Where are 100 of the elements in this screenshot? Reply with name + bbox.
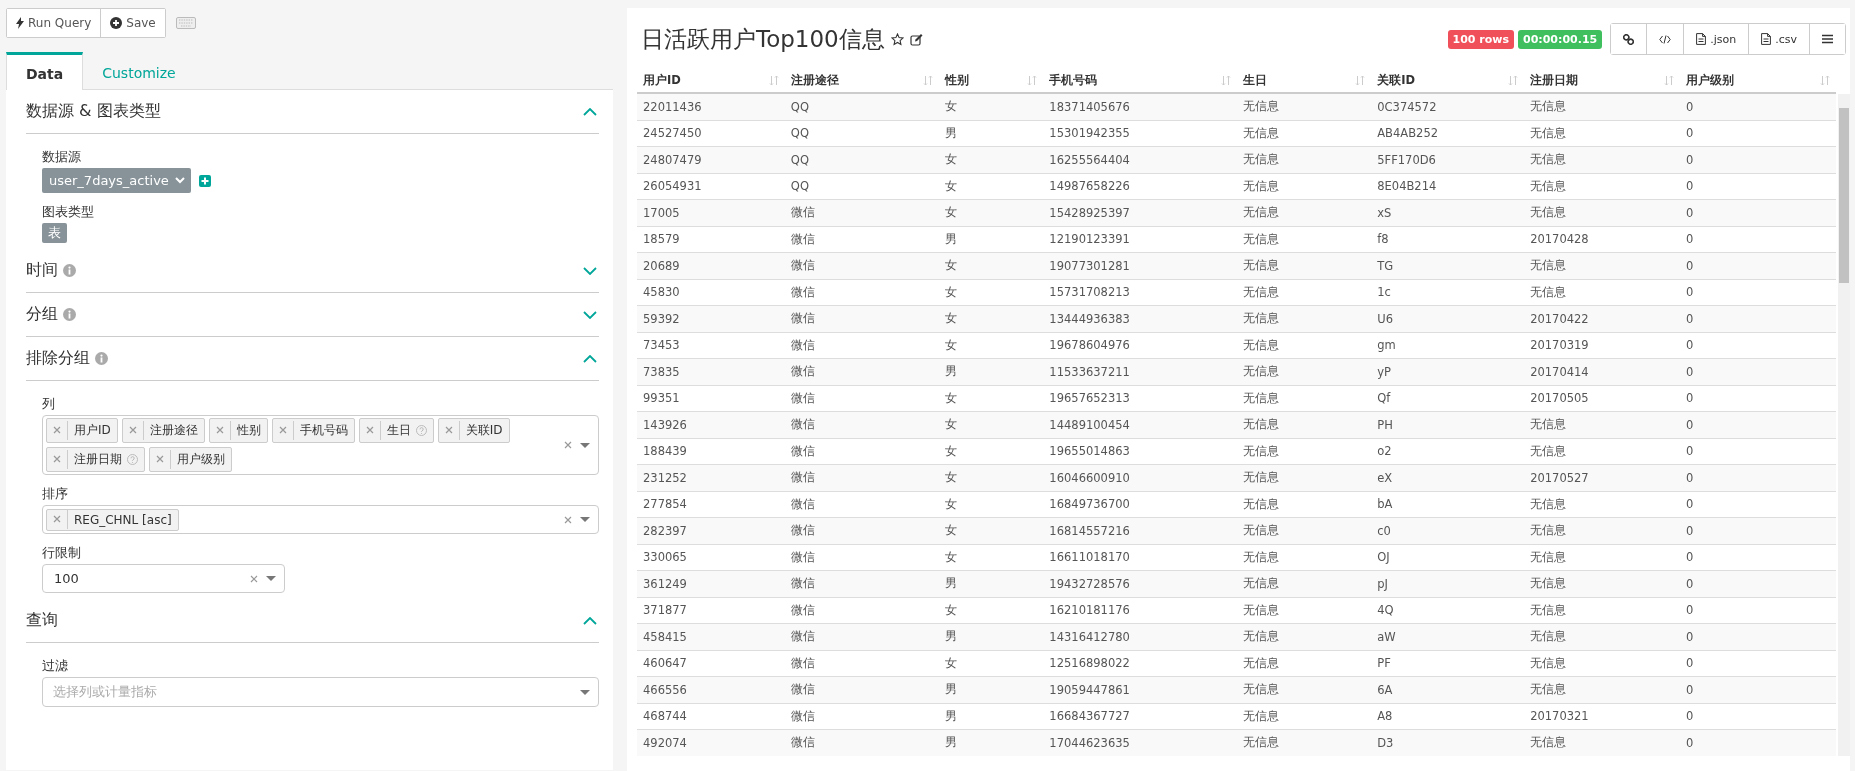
table-cell: 0: [1680, 252, 1836, 279]
tag-label: 手机号码: [299, 422, 348, 439]
table-cell: 0: [1680, 93, 1836, 120]
table-cell: 73835: [637, 358, 785, 385]
tag-label: 生日: [386, 422, 411, 439]
table-cell: 14489100454: [1043, 411, 1238, 438]
table-cell: 微信: [784, 464, 939, 491]
table-cell: 0: [1680, 729, 1836, 756]
field-label: 图表类型: [42, 203, 95, 221]
caret-icon[interactable]: [580, 689, 590, 695]
table-cell: 女: [938, 411, 1044, 438]
section-title[interactable]: 排除分组: [26, 348, 90, 369]
table-cell: 20170527: [1524, 464, 1681, 491]
star-icon[interactable]: [890, 32, 904, 46]
table-cell: 20170414: [1524, 358, 1681, 385]
tag-label: 用户级别: [177, 451, 225, 468]
code-icon: [1659, 34, 1672, 44]
section-title[interactable]: 时间: [26, 260, 58, 281]
clear-icon[interactable]: [564, 441, 572, 449]
table-cell: 无信息: [1524, 252, 1681, 279]
table-cell: 男: [938, 358, 1044, 385]
table-cell: 492074: [637, 729, 785, 756]
table-cell: 0C374572: [1371, 93, 1525, 120]
section-title[interactable]: 查询: [26, 610, 58, 631]
table-cell: 无信息: [1237, 623, 1372, 650]
section-title[interactable]: 分组: [26, 304, 58, 325]
table-cell: 231252: [637, 464, 785, 491]
tag-label: 关联ID: [465, 422, 503, 439]
info-icon: [95, 352, 108, 365]
caret-icon[interactable]: [266, 576, 276, 581]
sort-icon: [768, 74, 779, 86]
info-icon: [63, 308, 76, 321]
chevron-down-icon[interactable]: [583, 266, 597, 275]
caret-icon[interactable]: [580, 442, 590, 448]
table-cell: 0: [1680, 305, 1836, 332]
sort-icon: [922, 74, 933, 86]
clear-icon[interactable]: [250, 574, 258, 583]
add-icon[interactable]: [198, 174, 211, 187]
table-cell: 无信息: [1237, 93, 1372, 120]
table-cell: 17044623635: [1043, 729, 1238, 756]
table-cell: 无信息: [1237, 676, 1372, 703]
chevron-up-icon[interactable]: [583, 616, 597, 625]
table-cell: 24807479: [637, 146, 785, 173]
link-icon: [1623, 33, 1635, 45]
chevron-up-icon[interactable]: [583, 354, 597, 363]
table-cell: 微信: [784, 305, 939, 332]
table-cell: QQ: [784, 93, 939, 120]
multi-select-field[interactable]: REG_CHNL [asc]: [42, 505, 599, 534]
file-icon: [1696, 33, 1707, 45]
clear-icon[interactable]: [564, 515, 572, 524]
select-field[interactable]: 100: [42, 564, 285, 593]
table-cell: pJ: [1371, 570, 1525, 597]
table-cell: 微信: [784, 252, 939, 279]
table-cell: eX: [1371, 464, 1525, 491]
table-cell: 22011436: [637, 93, 785, 120]
section-title[interactable]: 数据源 & 图表类型: [26, 101, 161, 122]
edit-icon[interactable]: [909, 32, 923, 46]
table-cell: 0: [1680, 464, 1836, 491]
tag-label: 性别: [236, 422, 261, 439]
table-cell: 微信: [784, 411, 939, 438]
multi-select-field[interactable]: 用户ID 注册途径 性别 手机号码 生日 关联ID 注册日期 用户级别: [42, 415, 599, 475]
tab[interactable]: Data: [6, 52, 84, 90]
table-cell: 19077301281: [1043, 252, 1238, 279]
status-badge: 100 rows: [1447, 29, 1514, 49]
table-cell: 无信息: [1237, 411, 1372, 438]
table-cell: 女: [938, 464, 1044, 491]
table-cell: 无信息: [1237, 358, 1372, 385]
caret-icon[interactable]: [580, 517, 590, 522]
table-cell: 20689: [637, 252, 785, 279]
table-cell: TG: [1371, 252, 1525, 279]
table-cell: 无信息: [1237, 517, 1372, 544]
table-cell: 5FF170D6: [1371, 146, 1525, 173]
tag-label: 注册日期: [74, 451, 122, 468]
table-cell: 女: [938, 252, 1044, 279]
placeholder: 选择列或计量指标: [52, 683, 158, 701]
table-cell: 微信: [784, 199, 939, 226]
table-cell: 微信: [784, 358, 939, 385]
tag-label: 注册途径: [149, 422, 198, 439]
table-cell: 微信: [784, 729, 939, 756]
help-icon: [415, 425, 427, 436]
table-cell: 0: [1680, 199, 1836, 226]
table-cell: 无信息: [1524, 676, 1681, 703]
table-cell: 361249: [637, 570, 785, 597]
table-cell: 14316412780: [1043, 623, 1238, 650]
keyboard-icon: [175, 17, 196, 29]
save-button[interactable]: Save: [100, 9, 165, 37]
scrollbar[interactable]: [1838, 94, 1850, 756]
table-cell: 无信息: [1524, 570, 1681, 597]
chevron-up-icon[interactable]: [583, 107, 597, 116]
status-badge: 00:00:00.15: [1518, 29, 1603, 49]
table-cell: yP: [1371, 358, 1525, 385]
table-cell: 无信息: [1524, 146, 1681, 173]
table-cell: 微信: [784, 517, 939, 544]
chevron-down-icon[interactable]: [583, 310, 597, 319]
table-cell: 无信息: [1237, 199, 1372, 226]
table-cell: 20170422: [1524, 305, 1681, 332]
file-icon: [1761, 33, 1772, 45]
tag-label: REG_CHNL [asc]: [74, 512, 172, 527]
menu-button[interactable]: [1809, 24, 1845, 54]
table-cell: c0: [1371, 517, 1525, 544]
